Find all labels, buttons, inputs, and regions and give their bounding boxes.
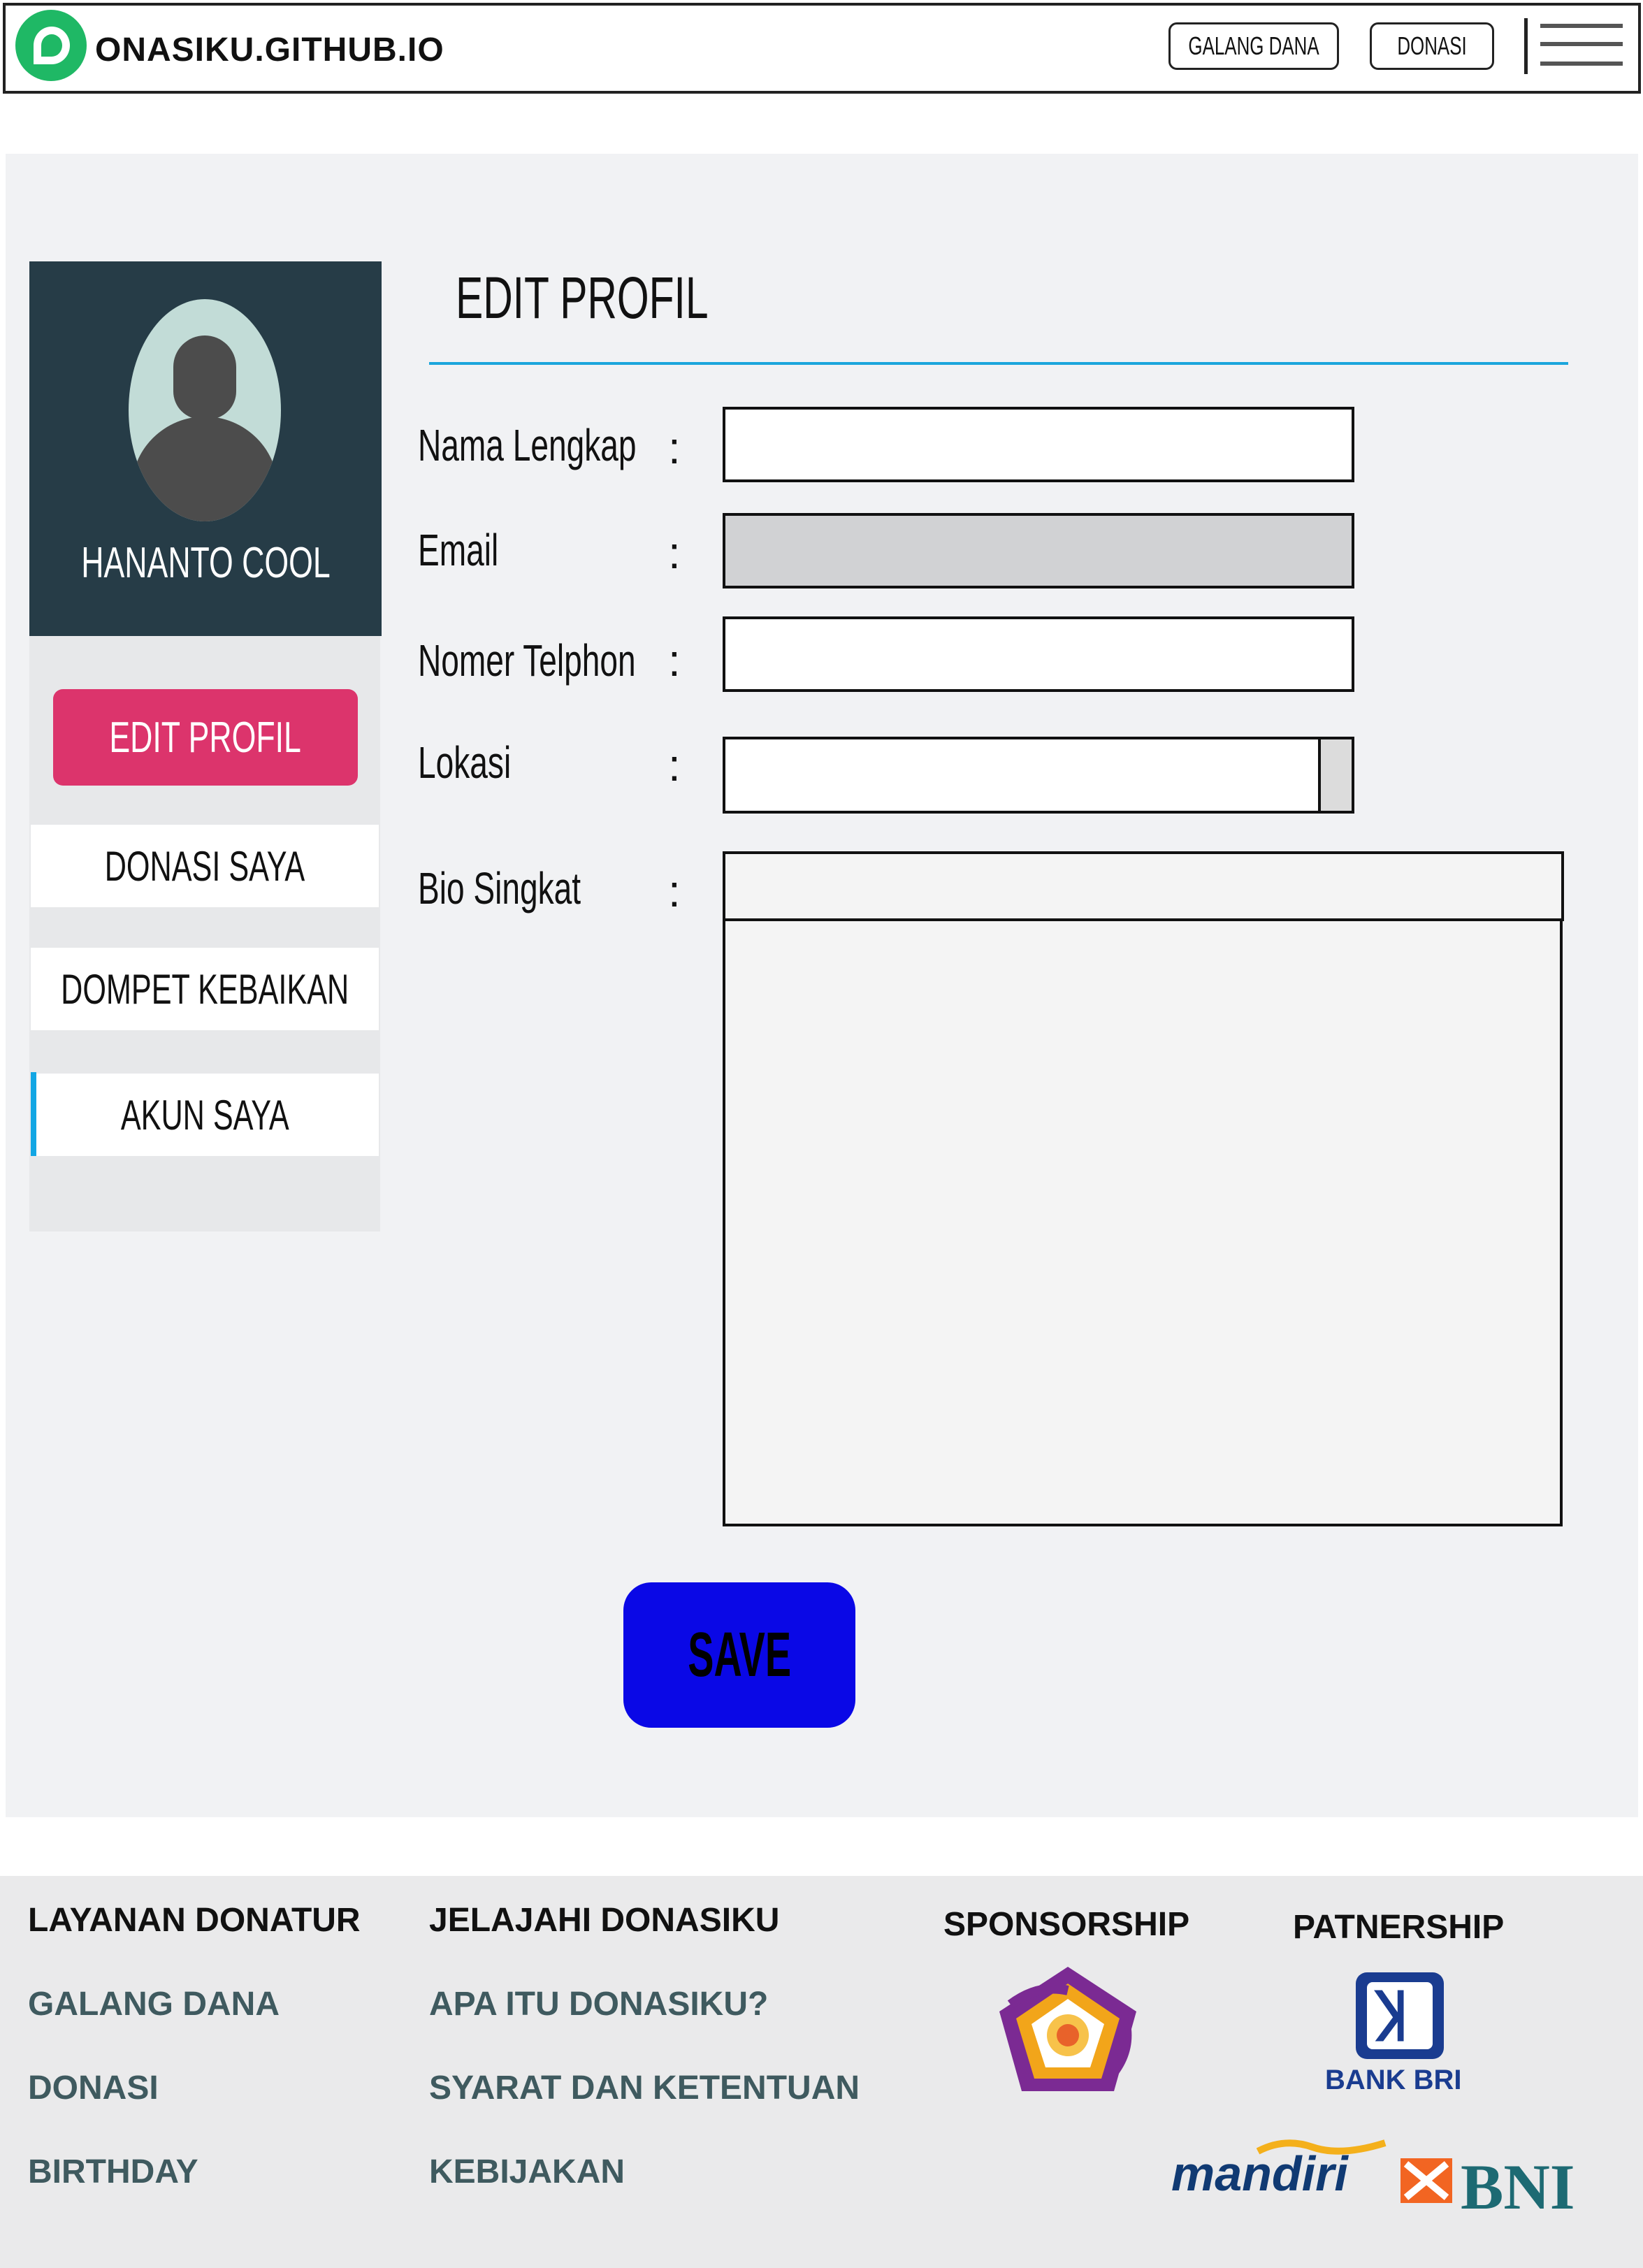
footer-heading-layanan: LAYANAN DONATUR [28, 1902, 361, 1939]
bio-singkat-label: Bio Singkat [418, 863, 581, 913]
footer-heading-patnership: PATNERSHIP [1293, 1909, 1505, 1946]
profile-user-name-text: HANANTO COOL [80, 539, 331, 587]
nomer-telphon-input[interactable] [723, 616, 1354, 692]
sidebar-item-label: AKUN SAYA [120, 1091, 289, 1139]
bank-bri-label: BANK BRI [1325, 2065, 1462, 2095]
footer-heading-jelajahi: JELAJAHI DONASIKU [429, 1902, 780, 1939]
footer-link-galang-dana[interactable]: GALANG DANA [28, 1985, 280, 2023]
nav-galang-dana-label: GALANG DANA [1188, 31, 1319, 60]
lokasi-select[interactable] [723, 737, 1354, 814]
bio-toolbar [723, 851, 1564, 921]
sponsor-logo-icon[interactable] [990, 1963, 1146, 2095]
nama-lengkap-label: Nama Lengkap [418, 420, 637, 470]
hamburger-line [1540, 62, 1623, 66]
save-button-label: SAVE [688, 1619, 791, 1690]
telp-colon: : [668, 635, 681, 686]
header-divider [1524, 18, 1528, 74]
email-colon: : [668, 528, 681, 578]
footer-link-donasi[interactable]: DONASI [28, 2069, 159, 2107]
avatar-body-shape [131, 417, 278, 521]
lokasi-label: Lokasi [418, 737, 512, 788]
title-underline [429, 362, 1568, 365]
sidebar-edit-profil-label: EDIT PROFIL [109, 713, 302, 762]
site-brand-text[interactable]: ONASIKU.GITHUB.IO [95, 31, 444, 69]
sidebar-item-dompet-kebaikan[interactable]: DOMPET KEBAIKAN [31, 948, 379, 1030]
footer-link-syarat[interactable]: SYARAT DAN KETENTUAN [429, 2069, 860, 2107]
hamburger-menu-icon[interactable] [1537, 21, 1626, 70]
footer-link-kebijakan[interactable]: KEBIJAKAN [429, 2153, 625, 2191]
email-label: Email [418, 525, 499, 575]
page-title: EDIT PROFIL [456, 265, 709, 331]
save-button[interactable]: SAVE [623, 1582, 855, 1728]
bio-singkat-textarea[interactable] [723, 918, 1563, 1526]
footer-heading-sponsorship: SPONSORSHIP [943, 1906, 1190, 1943]
nav-galang-dana-button[interactable]: GALANG DANA [1168, 22, 1339, 70]
profile-user-name: HANANTO COOL [29, 538, 382, 588]
nama-colon: : [668, 423, 681, 473]
sidebar-active-indicator [31, 1072, 36, 1156]
sidebar-item-label: DONASI SAYA [104, 842, 305, 890]
sidebar-edit-profil-button[interactable]: EDIT PROFIL [53, 689, 358, 786]
bni-logo-text[interactable]: BNI [1461, 2150, 1575, 2224]
hamburger-line [1540, 24, 1623, 28]
nav-donasi-button[interactable]: DONASI [1370, 22, 1494, 70]
sidebar-item-donasi-saya[interactable]: DONASI SAYA [31, 825, 379, 907]
nama-lengkap-input[interactable] [723, 407, 1354, 482]
bri-logo-mark: ꓘ [1377, 1980, 1408, 2055]
avatar[interactable] [129, 299, 281, 521]
lokasi-colon: : [668, 740, 681, 790]
sidebar-item-label: DOMPET KEBAIKAN [60, 965, 349, 1013]
footer-link-birthday[interactable]: BIRTHDAY [28, 2153, 198, 2191]
bni-logo-icon [1400, 2158, 1452, 2203]
mandiri-logo-text[interactable]: mandiri [1171, 2146, 1348, 2202]
bio-colon: : [668, 866, 681, 916]
email-field [723, 513, 1354, 588]
avatar-head-shape [173, 335, 236, 419]
nav-donasi-label: DONASI [1397, 31, 1467, 60]
sidebar-item-akun-saya[interactable]: AKUN SAYA [31, 1074, 379, 1156]
nomer-telphon-label: Nomer Telphon [418, 635, 636, 686]
hamburger-line [1540, 42, 1623, 46]
footer-link-apa-itu[interactable]: APA ITU DONASIKU? [429, 1985, 768, 2023]
logo-d-glyph [34, 27, 70, 64]
lokasi-dropdown-handle[interactable] [1318, 737, 1354, 814]
